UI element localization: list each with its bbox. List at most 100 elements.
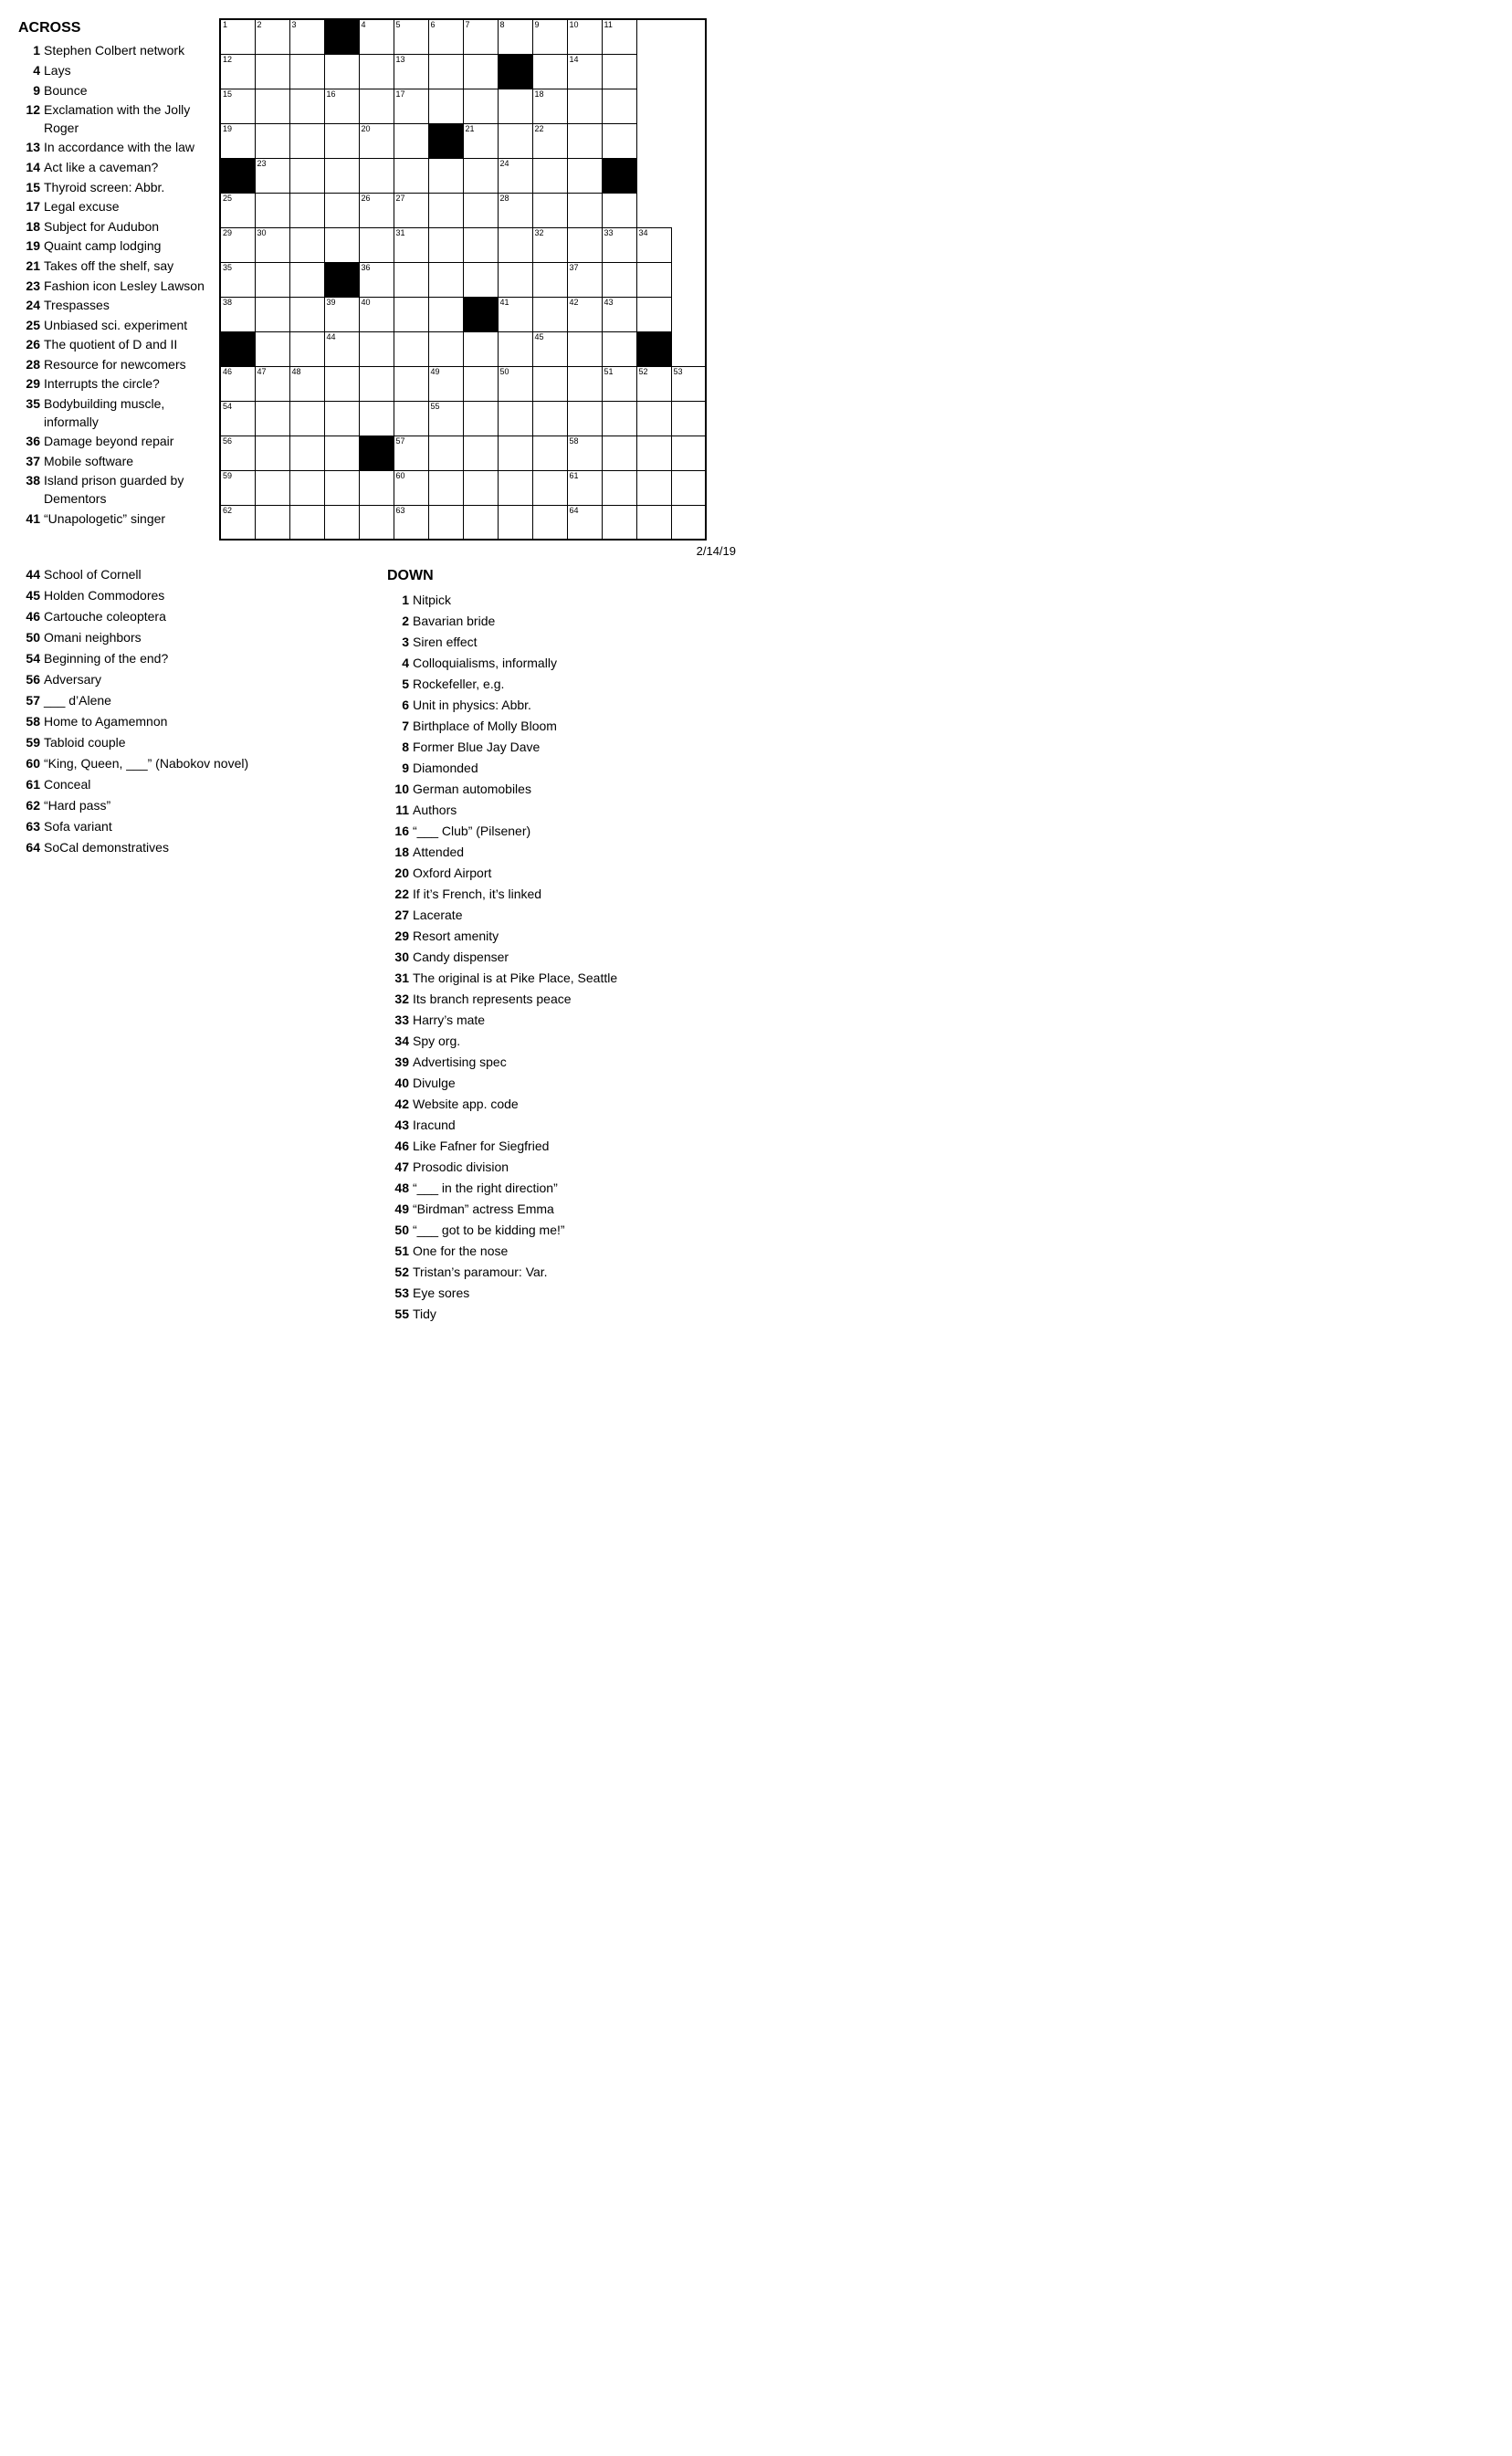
cell-11-2[interactable]	[289, 401, 324, 436]
cell-11-3[interactable]	[324, 401, 359, 436]
cell-5-6[interactable]	[428, 193, 463, 227]
cell-6-12[interactable]: 34	[636, 227, 671, 262]
cell-2-2[interactable]	[289, 89, 324, 123]
cell-7-8[interactable]	[498, 262, 532, 297]
cell-9-0[interactable]	[220, 331, 255, 366]
cell-13-13[interactable]	[671, 470, 706, 505]
cell-14-6[interactable]	[428, 505, 463, 540]
cell-6-8[interactable]	[498, 227, 532, 262]
cell-5-0[interactable]: 25	[220, 193, 255, 227]
cell-11-7[interactable]	[463, 401, 498, 436]
cell-1-8[interactable]	[498, 54, 532, 89]
cell-3-1[interactable]	[255, 123, 289, 158]
cell-6-0[interactable]: 29	[220, 227, 255, 262]
cell-9-4[interactable]	[359, 331, 394, 366]
cell-10-3[interactable]	[324, 366, 359, 401]
cell-11-11[interactable]	[602, 401, 636, 436]
cell-10-1[interactable]: 47	[255, 366, 289, 401]
cell-1-1[interactable]	[255, 54, 289, 89]
cell-9-11[interactable]	[602, 331, 636, 366]
cell-10-13[interactable]: 53	[671, 366, 706, 401]
cell-14-4[interactable]	[359, 505, 394, 540]
cell-14-9[interactable]	[532, 505, 567, 540]
cell-13-9[interactable]	[532, 470, 567, 505]
cell-12-7[interactable]	[463, 436, 498, 470]
cell-13-8[interactable]	[498, 470, 532, 505]
cell-1-5[interactable]: 13	[394, 54, 428, 89]
cell-13-7[interactable]	[463, 470, 498, 505]
cell-0-9[interactable]: 9	[532, 19, 567, 54]
cell-10-12[interactable]: 52	[636, 366, 671, 401]
cell-6-5[interactable]: 31	[394, 227, 428, 262]
cell-0-5[interactable]: 5	[394, 19, 428, 54]
cell-0-8[interactable]: 8	[498, 19, 532, 54]
cell-13-1[interactable]	[255, 470, 289, 505]
cell-4-7[interactable]	[463, 158, 498, 193]
cell-8-3[interactable]: 39	[324, 297, 359, 331]
cell-7-4[interactable]: 36	[359, 262, 394, 297]
cell-12-12[interactable]	[636, 436, 671, 470]
cell-3-6[interactable]	[428, 123, 463, 158]
cell-0-1[interactable]: 2	[255, 19, 289, 54]
cell-14-1[interactable]	[255, 505, 289, 540]
cell-11-0[interactable]: 54	[220, 401, 255, 436]
cell-7-7[interactable]	[463, 262, 498, 297]
cell-3-5[interactable]	[394, 123, 428, 158]
cell-3-11[interactable]	[602, 123, 636, 158]
cell-6-9[interactable]: 32	[532, 227, 567, 262]
cell-4-6[interactable]	[428, 158, 463, 193]
cell-11-12[interactable]	[636, 401, 671, 436]
cell-13-5[interactable]: 60	[394, 470, 428, 505]
cell-3-2[interactable]	[289, 123, 324, 158]
cell-10-5[interactable]	[394, 366, 428, 401]
cell-2-7[interactable]	[463, 89, 498, 123]
cell-12-0[interactable]: 56	[220, 436, 255, 470]
cell-4-4[interactable]	[359, 158, 394, 193]
cell-13-3[interactable]	[324, 470, 359, 505]
cell-6-2[interactable]	[289, 227, 324, 262]
cell-11-1[interactable]	[255, 401, 289, 436]
cell-7-2[interactable]	[289, 262, 324, 297]
cell-1-3[interactable]	[324, 54, 359, 89]
cell-5-2[interactable]	[289, 193, 324, 227]
cell-8-5[interactable]	[394, 297, 428, 331]
cell-7-3[interactable]	[324, 262, 359, 297]
cell-1-2[interactable]	[289, 54, 324, 89]
cell-10-11[interactable]: 51	[602, 366, 636, 401]
cell-8-12[interactable]	[636, 297, 671, 331]
cell-2-8[interactable]	[498, 89, 532, 123]
cell-14-2[interactable]	[289, 505, 324, 540]
cell-11-8[interactable]	[498, 401, 532, 436]
cell-10-7[interactable]	[463, 366, 498, 401]
cell-2-9[interactable]: 18	[532, 89, 567, 123]
cell-0-6[interactable]: 6	[428, 19, 463, 54]
cell-4-11[interactable]	[602, 158, 636, 193]
cell-5-10[interactable]	[567, 193, 602, 227]
cell-2-4[interactable]	[359, 89, 394, 123]
cell-1-7[interactable]	[463, 54, 498, 89]
cell-0-3[interactable]	[324, 19, 359, 54]
cell-12-3[interactable]	[324, 436, 359, 470]
cell-3-10[interactable]	[567, 123, 602, 158]
cell-14-10[interactable]: 64	[567, 505, 602, 540]
cell-6-7[interactable]	[463, 227, 498, 262]
cell-6-10[interactable]	[567, 227, 602, 262]
cell-13-11[interactable]	[602, 470, 636, 505]
cell-2-3[interactable]: 16	[324, 89, 359, 123]
cell-8-9[interactable]	[532, 297, 567, 331]
cell-14-11[interactable]	[602, 505, 636, 540]
cell-3-9[interactable]: 22	[532, 123, 567, 158]
cell-1-11[interactable]	[602, 54, 636, 89]
cell-13-4[interactable]	[359, 470, 394, 505]
cell-9-1[interactable]	[255, 331, 289, 366]
cell-11-13[interactable]	[671, 401, 706, 436]
cell-10-0[interactable]: 46	[220, 366, 255, 401]
cell-2-6[interactable]	[428, 89, 463, 123]
cell-5-1[interactable]	[255, 193, 289, 227]
cell-7-12[interactable]	[636, 262, 671, 297]
cell-10-6[interactable]: 49	[428, 366, 463, 401]
cell-8-0[interactable]: 38	[220, 297, 255, 331]
cell-14-5[interactable]: 63	[394, 505, 428, 540]
cell-7-9[interactable]	[532, 262, 567, 297]
cell-7-1[interactable]	[255, 262, 289, 297]
